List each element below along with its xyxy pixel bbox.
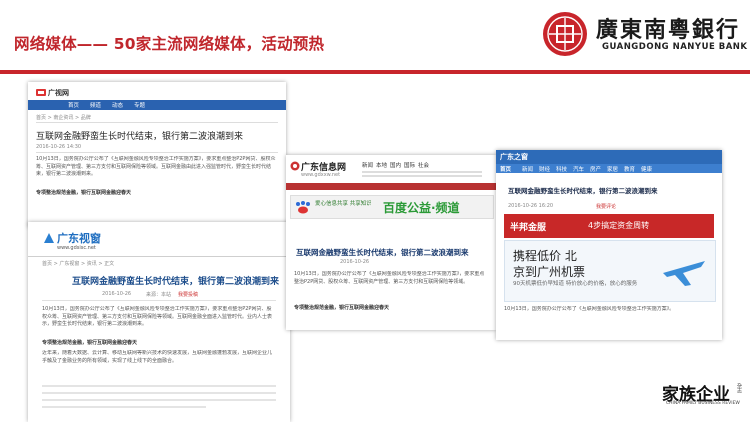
nav-item[interactable]: 动态 [112, 101, 123, 109]
nav-item[interactable]: 专题 [134, 101, 145, 109]
title-divider [0, 70, 750, 74]
nav-item[interactable]: 国际 [404, 161, 415, 169]
site-logo: 广东视窗 www.gdsisc.net [42, 230, 112, 254]
site-name: 广视网 [48, 89, 69, 97]
slide-title: 网络媒体—— 50家主流网络媒体，活动预热 [14, 35, 325, 53]
article-headline: 互联网金融野蛮生长时代结束，银行第二波浪潮到来 [508, 187, 658, 195]
news-screenshot-b: 广东视窗 www.gdsisc.net 首页 > 广东视窗 > 资讯 > 正文 … [28, 222, 290, 422]
ad-headline-line: 携程低价 北 [513, 249, 577, 263]
nav-item[interactable]: 财经 [539, 165, 550, 173]
ad-text: 4步搞定资金周转 [588, 221, 650, 230]
bank-seal-icon [543, 12, 587, 56]
top-nav-bar: 广东之窗 [496, 150, 722, 164]
article-subheading: 专项整治规范金融，银行互联网金融迎春天 [294, 305, 390, 311]
article-headline: 互联网金融野蛮生长时代结束，银行第二波浪潮到来 [72, 277, 280, 287]
ad-headline-line: 京到广州机票 [513, 265, 586, 279]
site-name: 广东之窗 [500, 153, 528, 161]
magazine-side-label: 杂志 [736, 383, 742, 393]
tv-icon [36, 89, 46, 96]
nav-strip [286, 183, 496, 190]
article-paragraph: 10月13日，国务院办公厅公布了《互联网金融风险专项整治工作实施方案》，要求重点… [36, 156, 276, 177]
site-url[interactable]: www.gdxxw.net [301, 172, 340, 178]
article-headline: 互联网金融野蛮生长时代结束，银行第二波浪潮到来 [296, 248, 469, 257]
bank-name-english: GUANGDONG NANYUE BANK [602, 42, 748, 52]
magazine-logo-english: CHINA FAMILY BUSINESS REVIEW [666, 401, 740, 406]
article-source: 来源：本站 [146, 292, 172, 298]
article-more-text [42, 382, 276, 416]
article-date: 2016-10-26 16:20 [508, 203, 554, 209]
breadcrumb[interactable]: 首页 > 广东视窗 > 资讯 > 正文 [42, 260, 114, 267]
flight-ad-banner[interactable]: 携程低价 北 京到广州机票 90天机票低价早知道 特价放心的价格，放心的服务 [504, 240, 716, 302]
news-screenshot-a: 广视网 首页 频道 动态 专题 首页 > 南企资讯 > 品牌 互联网金融野蛮生长… [28, 82, 286, 227]
article-date: 2016-10-26 [340, 259, 370, 265]
nav-item[interactable]: 国内 [390, 161, 401, 169]
article-subheading: 专项整治规范金融，银行互联网金融迎春天 [36, 190, 132, 196]
site-logo: 广视网 [36, 86, 80, 99]
nav-item[interactable]: 房产 [590, 165, 601, 173]
site-url[interactable]: www.gdsisc.net [57, 245, 96, 251]
article-subheading: 专项整治规范金融，银行互联网金融迎春天 [42, 340, 138, 346]
nav-item[interactable]: 汽车 [573, 165, 584, 173]
nav-placeholder-lines [362, 169, 482, 179]
site-name: 广东视窗 [57, 232, 101, 245]
news-screenshot-c: 广东信息网 www.gdxxw.net 新闻 本地 国内 国际 社会 爱心信息共… [286, 155, 496, 330]
nav-item[interactable]: 新闻 [362, 161, 373, 169]
nav-item[interactable]: 本地 [376, 161, 387, 169]
nav-bar: 首页 频道 动态 专题 [28, 100, 286, 110]
window-icon [44, 233, 54, 243]
article-date: 2016-10-26 14:30 [36, 144, 82, 150]
comment-link[interactable]: 我要评论 [596, 203, 616, 210]
breadcrumb[interactable]: 首页 > 南企资讯 > 品牌 [36, 114, 91, 121]
nav-item[interactable]: 首页 [68, 101, 79, 109]
airplane-icon [663, 261, 705, 286]
banner-subtext: 爱心信息共享 共享知识社会 [315, 201, 371, 207]
ad-banner[interactable]: 爱心信息共享 共享知识社会 百度公益·频道 [290, 195, 494, 219]
bank-name: 廣東南粵銀行 [596, 17, 741, 43]
nav-item[interactable]: 频道 [90, 101, 101, 109]
article-date: 2016-10-26 [102, 291, 132, 297]
ad-subtext: 90天机票低价早知道 特价放心的价格，放心的服务 [513, 281, 638, 287]
loan-ad-banner[interactable]: 半邦金服 4步搞定资金周转 [504, 214, 714, 238]
article-headline: 互联网金融野蛮生长时代结束，银行第二波浪潮到来 [36, 132, 244, 142]
nav-item[interactable]: 科技 [556, 165, 567, 173]
banner-text: 百度公益·频道 [383, 201, 460, 215]
site-logo: 广东信息网 www.gdxxw.net [290, 159, 360, 179]
nav-item[interactable]: 教育 [624, 165, 635, 173]
article-paragraph: 近年来，随着大数据、云计算、移动互联网等新兴技术的快速发展，互联网金融蓬勃发展，… [42, 350, 273, 364]
article-paragraph: 10月13日，国务院办公厅公布了《互联网金融风险专项整治工作实施方案》，要求重点… [42, 306, 273, 327]
nav-item[interactable]: 家居 [607, 165, 618, 173]
globe-icon [290, 161, 300, 171]
nav-item[interactable]: 健康 [641, 165, 652, 173]
nav-item[interactable]: 新闻 [522, 165, 533, 173]
article-paragraph: 10月13日，国务院办公厅公布了《互联网金融风险专项整治工作实施方案》，要求重点… [294, 271, 485, 285]
ad-brand: 半邦金服 [510, 223, 547, 233]
nav-item[interactable]: 社会 [418, 161, 429, 169]
article-paragraph: 10月13日，国务院办公厅公布了《互联网金融风险专项整治工作实施方案》。 [504, 306, 675, 312]
submit-link[interactable]: 我要投稿 [178, 291, 198, 298]
news-screenshot-d: 广东之窗 首页 新闻 财经 科技 汽车 房产 家居 教育 健康 互联网金融野蛮生… [496, 150, 722, 340]
baidu-paw-icon [296, 201, 310, 214]
nav-item[interactable]: 首页 [500, 165, 511, 173]
nav-bar: 首页 新闻 财经 科技 汽车 房产 家居 教育 健康 [496, 164, 722, 173]
